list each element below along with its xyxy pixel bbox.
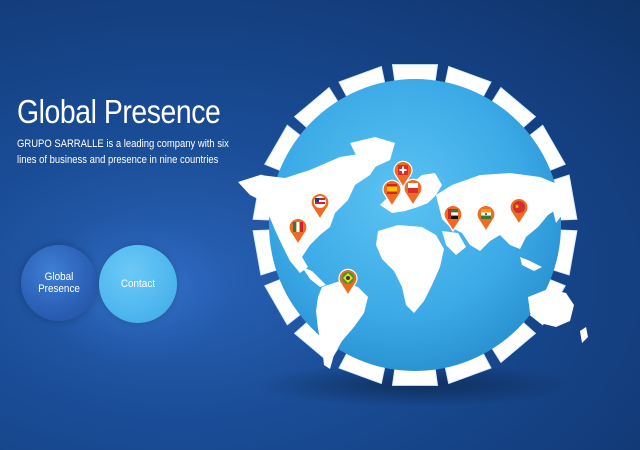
poland-flag-icon [408,183,418,188]
world-map-globe [230,35,610,435]
global-presence-label: Global Presence [38,271,80,295]
page-title: Global Presence [17,93,221,130]
australia-shape [528,289,574,327]
page-subtitle: GRUPO SARRALLE is a leading company with… [17,138,229,166]
contact-label: Contact [120,278,156,290]
contact-button[interactable]: Contact [99,245,177,323]
india-flag-icon [481,209,491,213]
new-zealand-shape [580,327,588,343]
china-flag-icon [513,201,525,213]
global-presence-button[interactable]: Global Presence [21,245,97,321]
mexico-flag-icon [293,222,297,232]
